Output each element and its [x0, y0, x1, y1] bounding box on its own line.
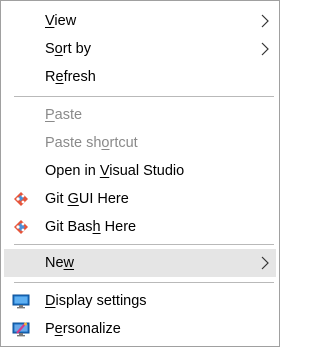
menu-item-label: New [45, 255, 75, 271]
menu-separator [14, 96, 274, 97]
menu-item-git-gui-here[interactable]: Git GUI Here [4, 185, 276, 213]
menu-item-paste-shortcut[interactable]: Paste shortcut [4, 129, 276, 157]
menu-item-label: View [45, 13, 77, 29]
chevron-right-icon [261, 256, 269, 270]
menu-item-new[interactable]: New [4, 249, 276, 277]
menu-item-label: Paste shortcut [45, 135, 138, 151]
menu-item-label: Paste [45, 107, 83, 123]
menu-item-personalize[interactable]: Personalize [4, 315, 276, 343]
menu-item-display-settings[interactable]: Display settings [4, 287, 276, 315]
menu-item-label: Refresh [45, 69, 96, 85]
menu-item-paste[interactable]: Paste [4, 101, 276, 129]
menu-item-refresh[interactable]: Refresh [4, 63, 276, 91]
git-icon [14, 220, 28, 234]
git-icon [14, 192, 28, 206]
display-settings-icon [12, 294, 30, 309]
menu-separator [14, 282, 274, 283]
personalize-icon [12, 322, 30, 337]
context-menu: View Sort by Refresh Paste Paste shortcu… [0, 0, 280, 347]
menu-item-label: Git Bash Here [45, 219, 137, 235]
menu-item-view[interactable]: View [4, 7, 276, 35]
menu-item-label: Sort by [45, 41, 91, 57]
menu-item-open-in-visual-studio[interactable]: Open in Visual Studio [4, 157, 276, 185]
menu-item-git-bash-here[interactable]: Git Bash Here [4, 213, 276, 241]
menu-separator [14, 244, 274, 245]
menu-item-sort-by[interactable]: Sort by [4, 35, 276, 63]
context-menu-body: View Sort by Refresh Paste Paste shortcu… [2, 2, 278, 345]
menu-item-label: Open in Visual Studio [45, 163, 185, 179]
chevron-right-icon [261, 42, 269, 56]
chevron-right-icon [261, 14, 269, 28]
menu-item-label: Git GUI Here [45, 191, 129, 207]
menu-item-label: Display settings [45, 293, 147, 309]
menu-item-label: Personalize [45, 321, 121, 337]
